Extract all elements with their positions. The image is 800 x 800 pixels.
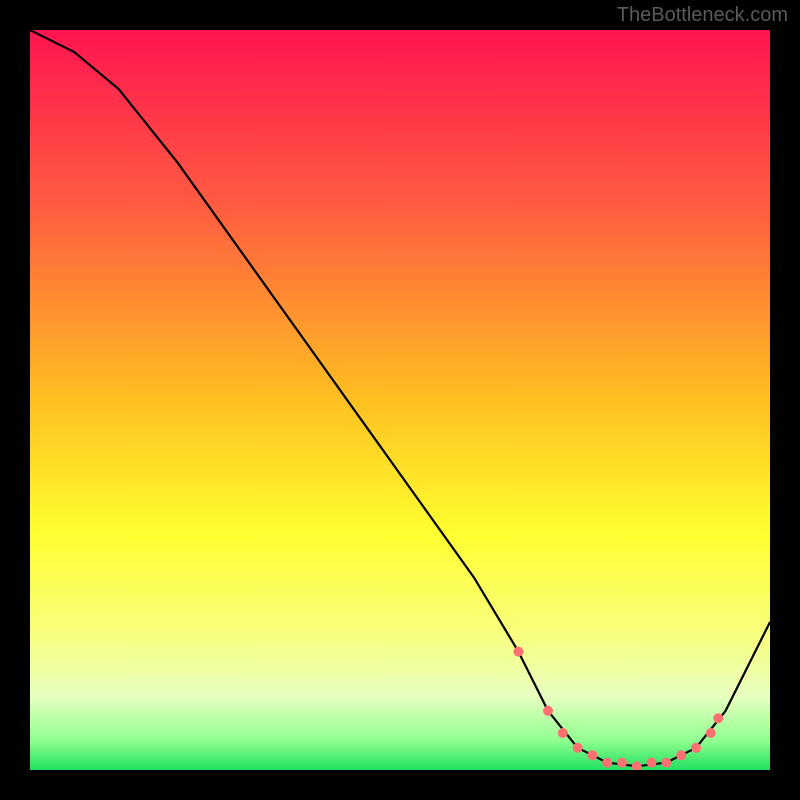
marker-point (513, 647, 523, 657)
marker-point (706, 728, 716, 738)
marker-point (602, 758, 612, 768)
marker-point (558, 728, 568, 738)
curve-layer (30, 30, 770, 770)
plot-area (30, 30, 770, 770)
marker-point (573, 743, 583, 753)
marker-point (713, 713, 723, 723)
marker-point (661, 758, 671, 768)
marker-point (647, 758, 657, 768)
marker-point (691, 743, 701, 753)
highlight-markers (513, 647, 723, 770)
marker-point (617, 758, 627, 768)
marker-point (632, 761, 642, 770)
marker-point (587, 750, 597, 760)
marker-point (543, 706, 553, 716)
marker-point (676, 750, 686, 760)
bottleneck-curve (30, 30, 770, 766)
watermark-text: TheBottleneck.com (617, 4, 788, 27)
